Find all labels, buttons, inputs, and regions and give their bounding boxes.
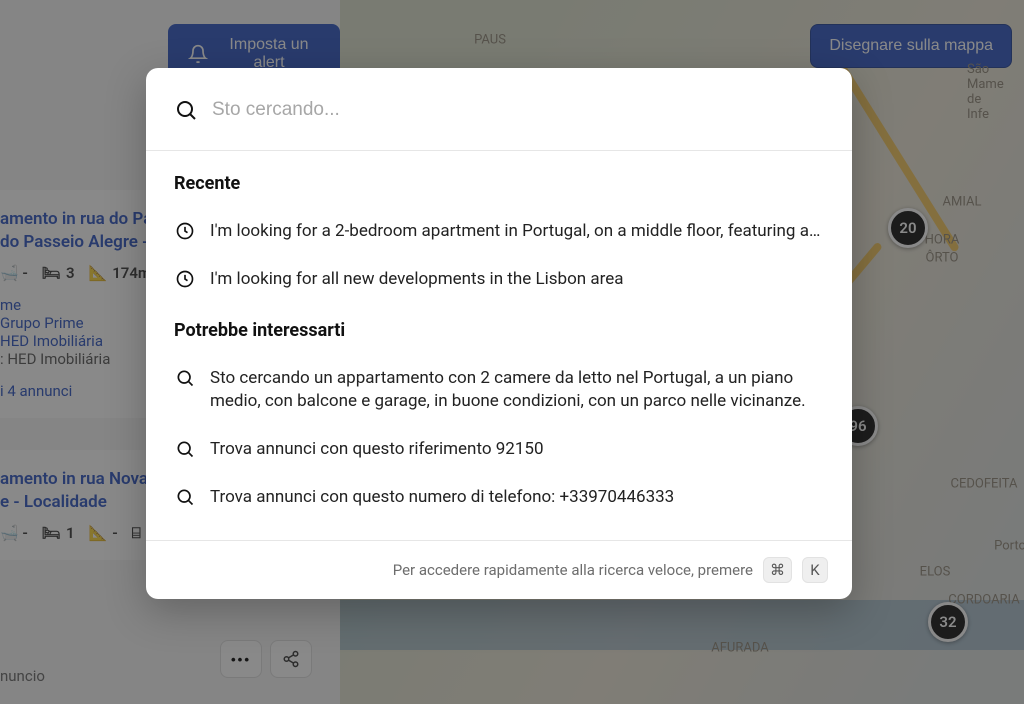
recent-item-text: I'm looking for a 2-bedroom apartment in… bbox=[210, 220, 824, 244]
footer-hint: Per accedere rapidamente alla ricerca ve… bbox=[393, 561, 753, 579]
suggestion-item[interactable]: Trova annunci con questo riferimento 921… bbox=[174, 426, 824, 474]
suggestions-section: Potrebbe interessarti Sto cercando un ap… bbox=[146, 308, 852, 540]
search-input[interactable] bbox=[212, 99, 824, 121]
suggestion-item-text: Trova annunci con questo numero di telef… bbox=[210, 486, 824, 510]
kbd-k: K bbox=[802, 557, 828, 583]
recent-item[interactable]: I'm looking for a 2-bedroom apartment in… bbox=[174, 208, 824, 256]
search-row bbox=[146, 68, 852, 150]
suggestions-heading: Potrebbe interessarti bbox=[174, 320, 824, 341]
search-modal: Recente I'm looking for a 2-bedroom apar… bbox=[146, 68, 852, 599]
clock-icon bbox=[174, 269, 196, 289]
suggestion-item[interactable]: Sto cercando un appartamento con 2 camer… bbox=[174, 355, 824, 427]
clock-icon bbox=[174, 221, 196, 241]
recent-section: Recente I'm looking for a 2-bedroom apar… bbox=[146, 151, 852, 308]
search-icon bbox=[174, 439, 196, 459]
recent-item-text: I'm looking for all new developments in … bbox=[210, 268, 824, 292]
recent-heading: Recente bbox=[174, 173, 824, 194]
modal-footer: Per accedere rapidamente alla ricerca ve… bbox=[146, 540, 852, 599]
search-icon bbox=[174, 487, 196, 507]
suggestion-item[interactable]: Trova annunci con questo numero di telef… bbox=[174, 474, 824, 522]
recent-item[interactable]: I'm looking for all new developments in … bbox=[174, 256, 824, 304]
kbd-cmd: ⌘ bbox=[763, 557, 792, 583]
suggestion-item-text: Sto cercando un appartamento con 2 camer… bbox=[210, 367, 824, 415]
suggestion-item-text: Trova annunci con questo riferimento 921… bbox=[210, 438, 824, 462]
search-icon bbox=[174, 368, 196, 388]
search-icon bbox=[174, 98, 198, 122]
